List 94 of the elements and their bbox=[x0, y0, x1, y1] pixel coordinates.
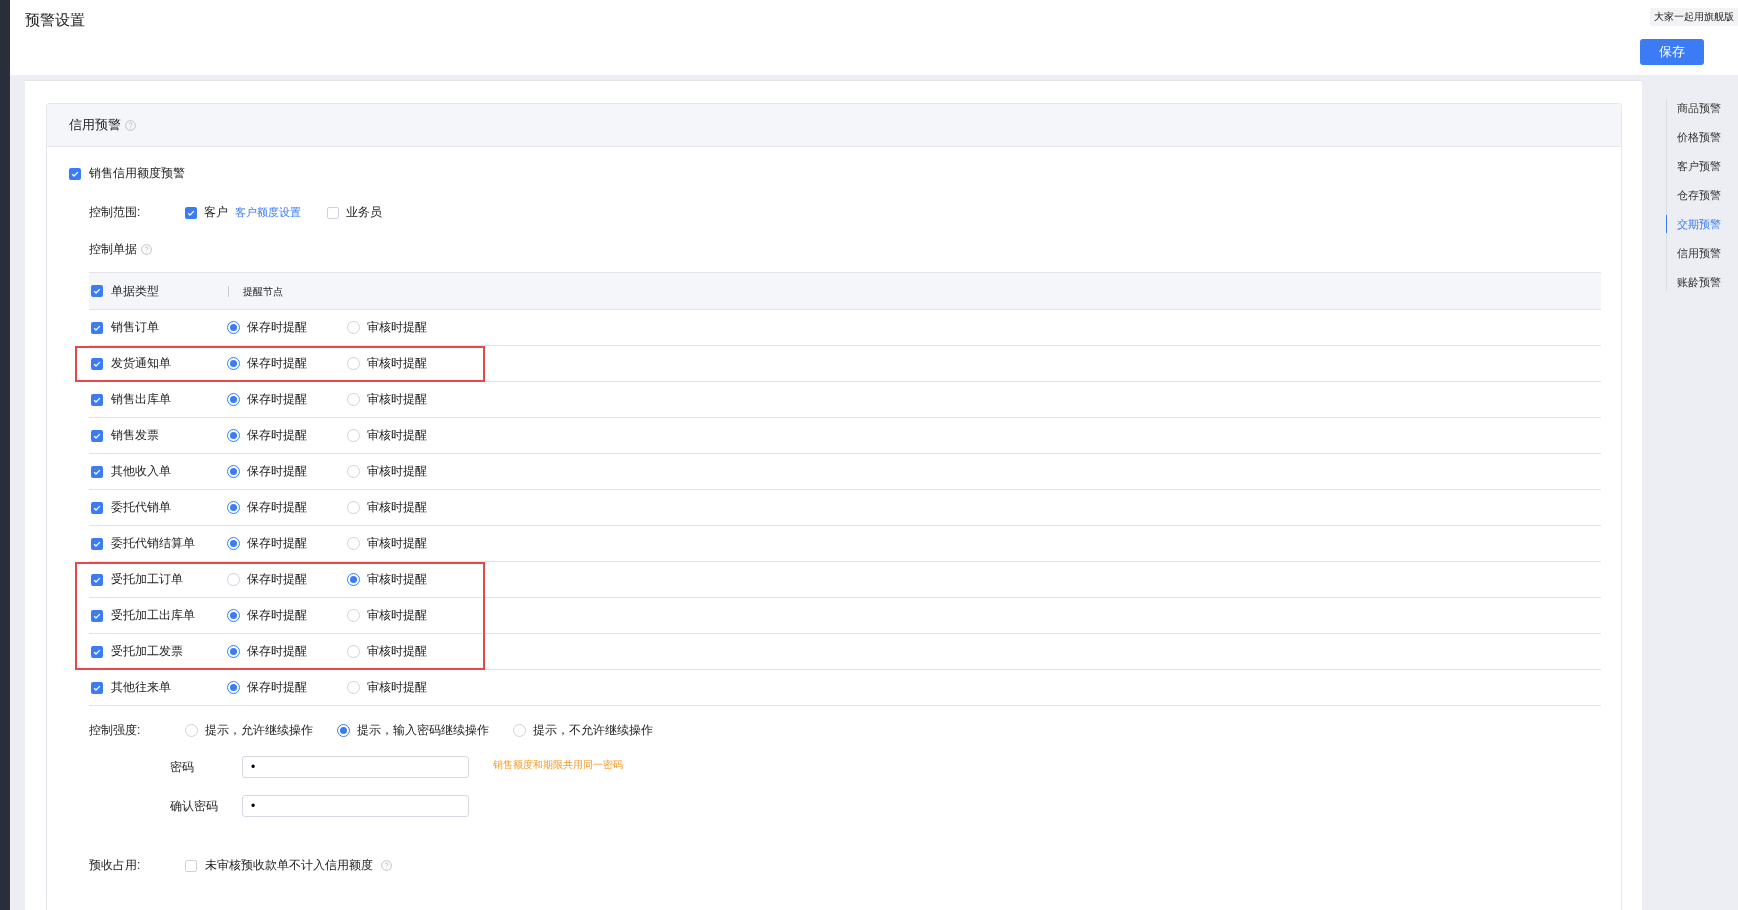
radio-label: 审核时提醒 bbox=[367, 498, 427, 516]
checkbox[interactable] bbox=[91, 393, 103, 406]
radio-label: 保存时提醒 bbox=[247, 499, 307, 516]
radio-label: 保存时提醒 bbox=[247, 679, 307, 696]
checkbox[interactable] bbox=[91, 609, 103, 622]
checkbox-label: 客户 bbox=[204, 204, 228, 221]
radio-label: 保存时提醒 bbox=[247, 570, 307, 588]
radio-button[interactable] bbox=[227, 429, 240, 442]
document-type: 其他往来单 bbox=[111, 679, 171, 696]
field-label: 预收占用: bbox=[89, 857, 142, 874]
checkbox[interactable] bbox=[69, 167, 81, 180]
checkbox[interactable] bbox=[185, 859, 197, 872]
radio-label: 审核时提醒 bbox=[367, 426, 427, 444]
help-icon bbox=[141, 244, 152, 255]
document-type: 销售订单 bbox=[111, 319, 159, 336]
radio-label: 保存时提醒 bbox=[247, 643, 307, 660]
nav-item[interactable]: 交期预警 bbox=[1666, 215, 1738, 233]
section-title: 信用预警 bbox=[69, 116, 121, 134]
hint-text: 销售额度和期限共用同一密码 bbox=[493, 758, 623, 772]
radio-label: 保存时提醒 bbox=[247, 535, 307, 552]
document-type: 受托加工发票 bbox=[111, 643, 183, 660]
checkbox[interactable] bbox=[91, 573, 103, 586]
nav-item[interactable]: 信用预警 bbox=[1666, 244, 1738, 262]
document-type: 委托代销单 bbox=[111, 499, 171, 516]
password-field[interactable]: • bbox=[242, 795, 469, 817]
radio-label: 审核时提醒 bbox=[367, 390, 427, 408]
radio-label: 提示，不允许继续操作 bbox=[533, 722, 653, 739]
checkbox[interactable] bbox=[91, 681, 103, 694]
document-type: 委托代销结算单 bbox=[111, 535, 195, 552]
checkbox[interactable] bbox=[185, 206, 197, 219]
radio-button[interactable] bbox=[347, 573, 360, 586]
radio-label: 提示，输入密码继续操作 bbox=[357, 722, 489, 739]
radio-button[interactable] bbox=[337, 724, 350, 737]
nav-item[interactable]: 客户预警 bbox=[1666, 157, 1738, 175]
document-type: 销售出库单 bbox=[111, 391, 171, 408]
checkbox[interactable] bbox=[91, 357, 103, 370]
radio-label: 保存时提醒 bbox=[247, 463, 307, 480]
radio-label: 审核时提醒 bbox=[367, 571, 427, 588]
field-label: 密码 bbox=[170, 758, 195, 776]
radio-button[interactable] bbox=[227, 501, 240, 514]
document-type: 发货通知单 bbox=[111, 355, 171, 372]
radio-label: 审核时提醒 bbox=[367, 606, 427, 624]
radio-label: 审核时提醒 bbox=[367, 642, 427, 660]
field-label: 确认密码 bbox=[170, 797, 219, 815]
nav-item[interactable]: 商品预警 bbox=[1666, 99, 1738, 117]
radio-button[interactable] bbox=[227, 393, 240, 406]
radio-button[interactable] bbox=[227, 681, 240, 694]
checkbox[interactable] bbox=[91, 537, 103, 550]
checkbox[interactable] bbox=[91, 285, 103, 297]
radio-label: 审核时提醒 bbox=[367, 678, 427, 696]
document-type: 其他收入单 bbox=[111, 463, 171, 480]
page-title: 预警设置 bbox=[25, 11, 85, 30]
checkbox[interactable] bbox=[91, 465, 103, 478]
document-type: 销售发票 bbox=[111, 427, 159, 444]
radio-label: 审核时提醒 bbox=[367, 462, 427, 480]
radio-label: 审核时提醒 bbox=[367, 318, 427, 336]
checkbox[interactable] bbox=[91, 645, 103, 658]
radio-label: 保存时提醒 bbox=[247, 427, 307, 444]
radio-button[interactable] bbox=[227, 321, 240, 334]
checkbox[interactable] bbox=[91, 501, 103, 514]
checkbox[interactable] bbox=[91, 429, 103, 442]
banner-text: 大家一起用旗舰版 bbox=[1650, 8, 1738, 26]
nav-item[interactable]: 价格预警 bbox=[1666, 128, 1738, 146]
document-type: 受托加工订单 bbox=[111, 571, 183, 588]
password-field[interactable]: • bbox=[242, 756, 469, 778]
help-icon bbox=[125, 119, 136, 131]
settings-link[interactable]: 客户额度设置 bbox=[235, 205, 301, 220]
radio-button[interactable] bbox=[227, 609, 240, 622]
checkbox[interactable] bbox=[91, 321, 103, 334]
radio-label: 审核时提醒 bbox=[367, 354, 427, 372]
radio-label: 保存时提醒 bbox=[247, 319, 307, 336]
radio-button[interactable] bbox=[227, 357, 240, 370]
radio-label: 保存时提醒 bbox=[247, 355, 307, 372]
column-header: 提醒节点 bbox=[228, 285, 283, 297]
radio-label: 保存时提醒 bbox=[247, 607, 307, 624]
field-label: 控制范围: bbox=[89, 204, 142, 221]
radio-label: 提示，允许继续操作 bbox=[205, 722, 313, 739]
radio-button[interactable] bbox=[227, 465, 240, 478]
nav-item[interactable]: 账龄预警 bbox=[1666, 273, 1738, 291]
document-type: 受托加工出库单 bbox=[111, 607, 195, 624]
field-label: 控制强度: bbox=[89, 722, 142, 739]
save-button[interactable]: 保存 bbox=[1640, 39, 1704, 65]
checkbox-label: 未审核预收款单不计入信用额度 bbox=[205, 857, 373, 874]
radio-button[interactable] bbox=[227, 645, 240, 658]
radio-label: 保存时提醒 bbox=[247, 391, 307, 408]
checkbox-label: 销售信用额度预警 bbox=[89, 165, 185, 182]
checkbox-label: 业务员 bbox=[346, 204, 382, 221]
nav-item[interactable]: 仓存预警 bbox=[1666, 186, 1738, 204]
checkbox[interactable] bbox=[327, 206, 339, 219]
help-icon bbox=[381, 860, 392, 871]
radio-button[interactable] bbox=[227, 537, 240, 550]
field-label: 控制单据 bbox=[89, 241, 137, 258]
column-header: 单据类型 bbox=[111, 282, 159, 300]
radio-label: 审核时提醒 bbox=[367, 534, 427, 552]
